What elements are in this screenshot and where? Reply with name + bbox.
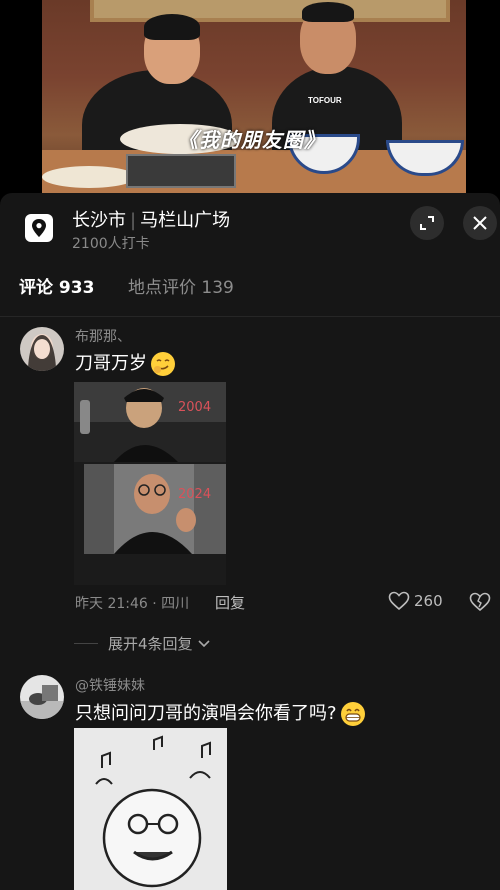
video-frame: TOFOUR 《我的朋友圈》 bbox=[42, 0, 466, 193]
expand-replies-label: 展开4条回复 bbox=[108, 635, 193, 653]
comment-image[interactable]: 2004 2024 bbox=[74, 382, 226, 585]
like-count: 260 bbox=[414, 592, 443, 610]
comment-image[interactable] bbox=[74, 728, 227, 890]
background-window bbox=[90, 0, 450, 22]
comment-time-location: 昨天 21:46 · 四川 bbox=[75, 596, 190, 612]
location-comments-panel: 长沙市 | 马栏山广场 2100人打卡 评论 933 地点评价 139 布那那、 刀… bbox=[0, 193, 500, 890]
place-name: 马栏山广场 bbox=[140, 210, 231, 231]
tab-location-reviews[interactable]: 地点评价 139 bbox=[128, 273, 234, 298]
reply-button[interactable]: 回复 bbox=[215, 592, 245, 613]
comment-text: 刀哥万岁 bbox=[75, 349, 175, 376]
image-year-label: 2004 bbox=[178, 400, 211, 415]
comment-text-content: 刀哥万岁 bbox=[75, 353, 147, 374]
comment-text: 只想问问刀哥的演唱会你看了吗? bbox=[75, 699, 365, 726]
close-button[interactable] bbox=[463, 206, 497, 240]
avatar[interactable] bbox=[20, 675, 64, 719]
location-title[interactable]: 长沙市 | 马栏山广场 bbox=[72, 206, 230, 232]
dislike-button[interactable] bbox=[469, 592, 491, 616]
comment-text-content: 只想问问刀哥的演唱会你看了吗? bbox=[75, 703, 337, 724]
like-button[interactable]: 260 bbox=[388, 591, 443, 611]
comment-username[interactable]: @铁锤妹妹 bbox=[75, 675, 145, 695]
broken-heart-icon bbox=[469, 592, 491, 612]
expand-button[interactable] bbox=[410, 206, 444, 240]
location-pin-icon bbox=[25, 214, 53, 242]
checkin-count: 2100人打卡 bbox=[72, 236, 150, 252]
comment-username[interactable]: 布那那、 bbox=[75, 326, 131, 346]
close-icon bbox=[473, 216, 487, 230]
plate bbox=[42, 166, 136, 188]
expand-icon bbox=[420, 216, 434, 230]
stove bbox=[126, 154, 236, 188]
city-name: 长沙市 bbox=[72, 210, 126, 231]
tab-bar: 评论 933 地点评价 139 bbox=[0, 273, 500, 317]
shirt-logo-text: TOFOUR bbox=[308, 96, 342, 105]
video-player[interactable]: TOFOUR 《我的朋友圈》 bbox=[0, 0, 500, 193]
image-year-label: 2024 bbox=[178, 487, 211, 502]
grin-emoji-icon bbox=[340, 702, 365, 726]
tab-comments[interactable]: 评论 933 bbox=[19, 273, 94, 298]
chevron-down-icon bbox=[197, 639, 210, 647]
heart-icon bbox=[388, 591, 410, 611]
smirk-emoji-icon bbox=[151, 352, 175, 376]
expand-replies-button[interactable]: 展开4条回复 bbox=[74, 633, 211, 654]
avatar[interactable] bbox=[20, 327, 64, 371]
video-caption: 《我的朋友圈》 bbox=[178, 128, 325, 152]
